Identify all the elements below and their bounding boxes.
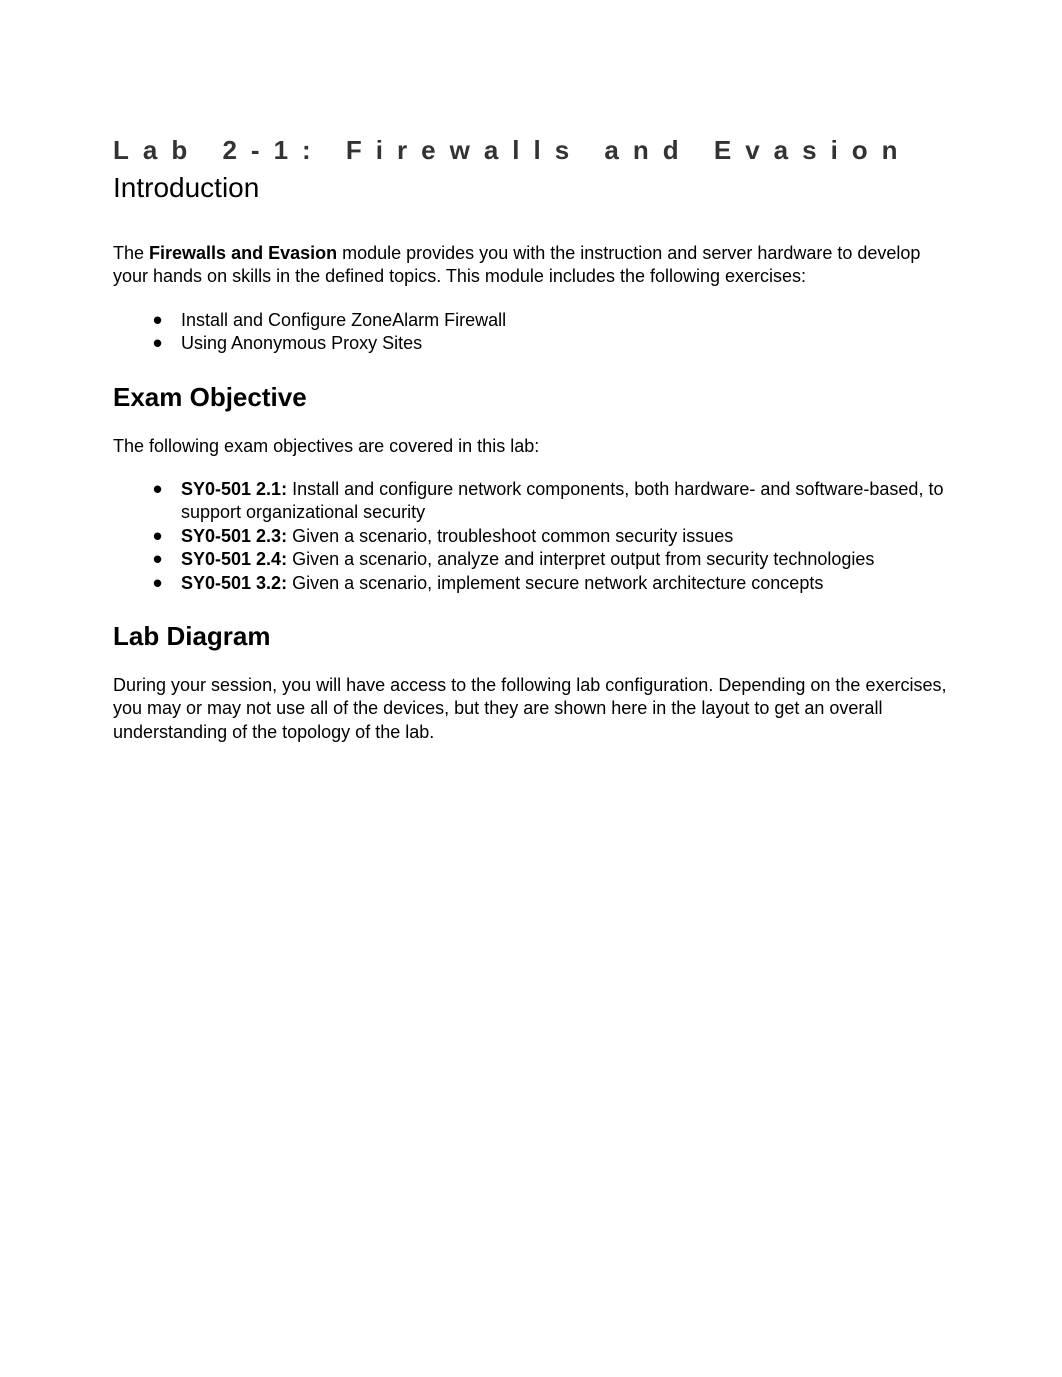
- intro-paragraph: The Firewalls and Evasion module provide…: [113, 242, 949, 289]
- objective-code: SY0-501 3.2:: [181, 573, 287, 593]
- list-item: SY0-501 2.1: Install and configure netwo…: [153, 478, 949, 525]
- list-item: SY0-501 3.2: Given a scenario, implement…: [153, 572, 949, 595]
- objective-code: SY0-501 2.4:: [181, 549, 287, 569]
- objective-code: SY0-501 2.3:: [181, 526, 287, 546]
- objective-text: Install and configure network components…: [181, 479, 943, 522]
- lab-diagram-heading: Lab Diagram: [113, 621, 949, 652]
- lab-diagram-text: During your session, you will have acces…: [113, 674, 949, 744]
- lab-title: Lab 2-1: Firewalls and Evasion: [113, 135, 949, 166]
- intro-text-pre: The: [113, 243, 149, 263]
- list-item: Install and Configure ZoneAlarm Firewall: [153, 309, 949, 332]
- introduction-heading: Introduction: [113, 172, 949, 204]
- objectives-list: SY0-501 2.1: Install and configure netwo…: [113, 478, 949, 595]
- list-item: SY0-501 2.3: Given a scenario, troublesh…: [153, 525, 949, 548]
- exam-objective-intro: The following exam objectives are covere…: [113, 435, 949, 458]
- list-item: Using Anonymous Proxy Sites: [153, 332, 949, 355]
- exercises-list: Install and Configure ZoneAlarm Firewall…: [113, 309, 949, 356]
- list-item: SY0-501 2.4: Given a scenario, analyze a…: [153, 548, 949, 571]
- exam-objective-heading: Exam Objective: [113, 382, 949, 413]
- intro-text-bold: Firewalls and Evasion: [149, 243, 337, 263]
- objective-code: SY0-501 2.1:: [181, 479, 287, 499]
- objective-text: Given a scenario, troubleshoot common se…: [287, 526, 733, 546]
- objective-text: Given a scenario, implement secure netwo…: [287, 573, 823, 593]
- objective-text: Given a scenario, analyze and interpret …: [287, 549, 874, 569]
